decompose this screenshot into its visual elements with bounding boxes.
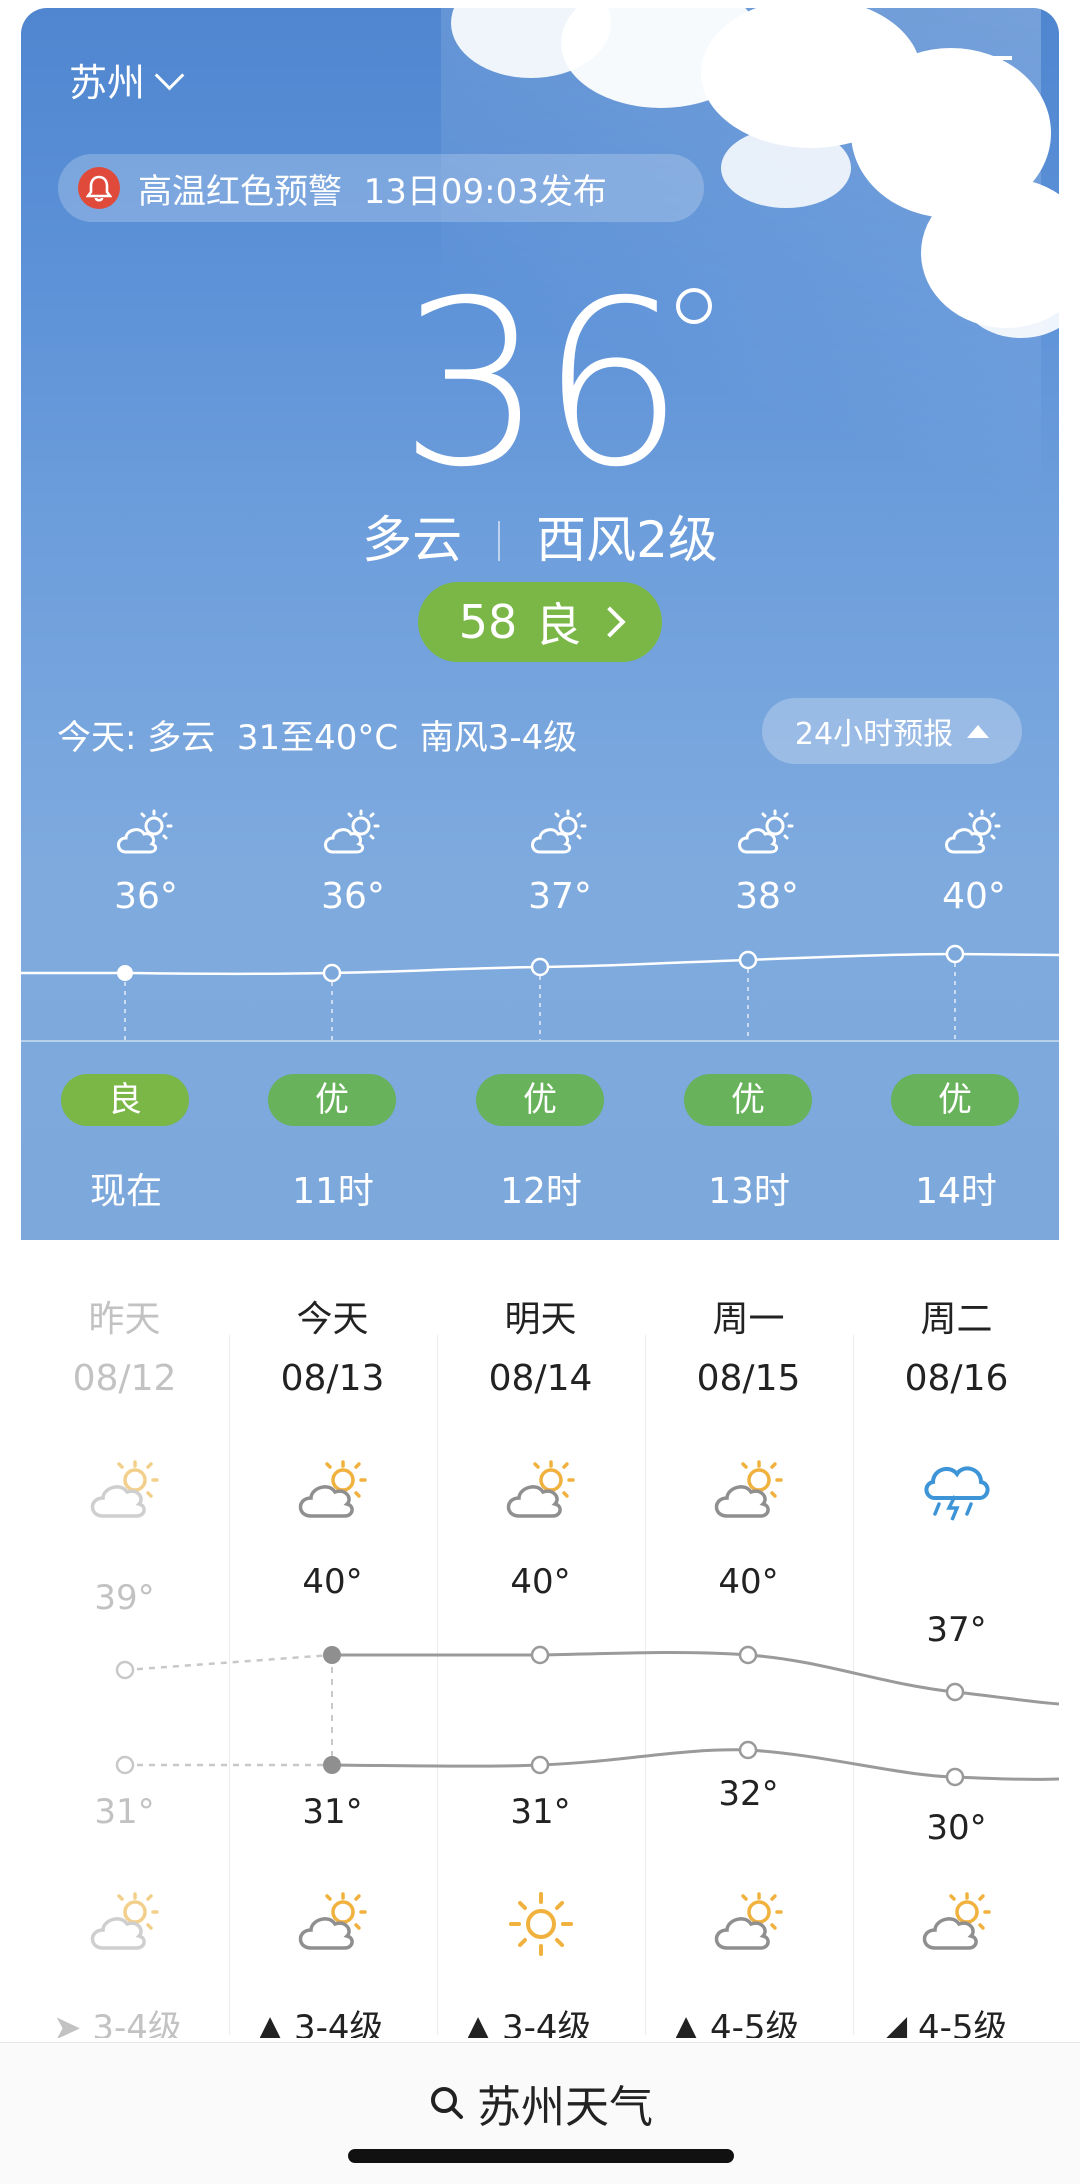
partly-cloudy-icon [298, 1892, 367, 1950]
day-high: 39° [94, 1578, 155, 1618]
hourly-divider [21, 1040, 1059, 1042]
day-date: 08/14 [488, 1358, 593, 1399]
city-name: 苏州 [69, 61, 146, 105]
wind-text: 西风2级 [536, 511, 718, 569]
day-name: 今天 [296, 1299, 369, 1340]
hourly-time: 12时 [500, 1171, 582, 1212]
bell-icon [78, 167, 120, 209]
hourly-time: 14时 [915, 1171, 997, 1212]
list-menu-icon[interactable] [958, 52, 1014, 108]
search-text: 苏州天气 [477, 2082, 653, 2133]
day-name: 周二 [920, 1299, 993, 1340]
home-indicator[interactable] [348, 2149, 734, 2163]
thunderstorm-icon [924, 1466, 990, 1521]
partly-cloudy-icon [117, 809, 173, 854]
bottom-search-bar: 苏州天气 [0, 2042, 1080, 2184]
heat-warning-banner[interactable]: 高温红色预警 13日09:03发布 [58, 154, 704, 222]
current-temperature: 36 [398, 251, 685, 517]
partly-cloudy-icon [531, 809, 587, 854]
daily-temperature-curves [115, 1645, 1059, 1787]
partly-cloudy-icon [298, 1460, 367, 1518]
hourly-aqi-pill: 优 [684, 1074, 812, 1126]
weather-card: 苏州 高温红色预警 13日09:03发布 36 多云 西风2级 58 良 今天:… [21, 8, 1059, 2038]
day-name: 明天 [504, 1299, 577, 1340]
day-name: 昨天 [88, 1299, 161, 1340]
day-name: 周一 [712, 1299, 785, 1340]
condition-text: 多云 [362, 511, 463, 569]
day-high: 40° [302, 1562, 363, 1602]
search-icon [431, 2087, 463, 2119]
warning-text: 高温红色预警 13日09:03发布 [138, 171, 607, 212]
day-wind: ▲ 3-4级 [465, 2000, 592, 2038]
day-high: 40° [718, 1562, 779, 1602]
current-weather-panel: 苏州 高温红色预警 13日09:03发布 36 多云 西风2级 58 良 今天:… [21, 8, 1059, 1240]
hourly-aqi-pill: 优 [891, 1074, 1019, 1126]
chevron-down-icon [154, 60, 185, 91]
hourly-aqi-pill: 良 [61, 1074, 189, 1126]
share-icon[interactable] [843, 52, 903, 110]
day-high: 40° [510, 1562, 571, 1602]
partly-cloudy-icon [945, 809, 1001, 854]
wind-arrow-icon: ▲ [673, 2008, 700, 2038]
partly-cloudy-icon [714, 1892, 783, 1950]
hourly-aqi-pill: 优 [268, 1074, 396, 1126]
aqi-value: 58 [458, 595, 518, 649]
day-wind: ▲ 3-4级 [257, 2000, 384, 2038]
wind-arrow-icon: ▲ [257, 2008, 284, 2038]
hourly-time: 现在 [89, 1171, 162, 1212]
hourly-time: 13时 [708, 1171, 790, 1212]
partly-cloudy-icon [738, 809, 794, 854]
hourly-item: 38° [677, 808, 857, 917]
hourly-time: 11时 [292, 1171, 374, 1212]
triangle-up-icon [967, 724, 990, 738]
day-date: 08/13 [280, 1358, 385, 1399]
day-wind: ◢ 4-5级 [881, 2000, 1008, 2038]
hourly-item: 36° [56, 808, 236, 917]
partly-cloudy-icon [324, 809, 380, 854]
aqi-badge[interactable]: 58 良 [418, 582, 662, 662]
day-wind: ▲ 4-5级 [673, 2000, 800, 2038]
hourly-aqi-pill: 优 [476, 1074, 604, 1126]
today-summary: 今天: 多云 31至40°C 南风3-4级 [57, 718, 578, 758]
day-date: 08/16 [904, 1358, 1009, 1399]
daily-forecast: 昨天 08/12 39° 31° ➤ 3-4级 今天 08/13 40° 31°… [21, 1240, 1059, 2038]
hourly-item: 40° [884, 808, 1059, 917]
day-wind: ➤ 3-4级 [53, 2000, 182, 2038]
partly-cloudy-icon [90, 1460, 159, 1518]
hourly-item: 36° [263, 808, 443, 917]
city-selector[interactable]: 苏州 [69, 52, 185, 107]
partly-cloudy-icon [922, 1892, 991, 1950]
wind-arrow-icon: ◢ [881, 2008, 908, 2038]
toggle-label: 24小时预报 [794, 717, 954, 752]
hourly-item: 37° [470, 808, 650, 917]
partly-cloudy-icon [506, 1460, 575, 1518]
degree-symbol [676, 288, 712, 324]
partly-cloudy-icon [90, 1892, 159, 1950]
aqi-label: 良 [535, 598, 582, 652]
search-weather-link[interactable]: 苏州天气 [0, 2071, 1080, 2135]
hourly-temperature-curve [21, 944, 1059, 1040]
wind-arrow-icon: ▲ [465, 2008, 492, 2038]
wind-arrow-icon: ➤ [53, 2008, 82, 2038]
chevron-right-icon [594, 606, 626, 638]
sunny-icon [509, 1892, 573, 1956]
current-condition-line: 多云 西风2级 [21, 500, 1059, 572]
day-date: 08/12 [72, 1358, 177, 1399]
24h-forecast-toggle[interactable]: 24小时预报 [762, 698, 1022, 764]
partly-cloudy-icon [714, 1460, 783, 1518]
day-date: 08/15 [696, 1358, 801, 1399]
